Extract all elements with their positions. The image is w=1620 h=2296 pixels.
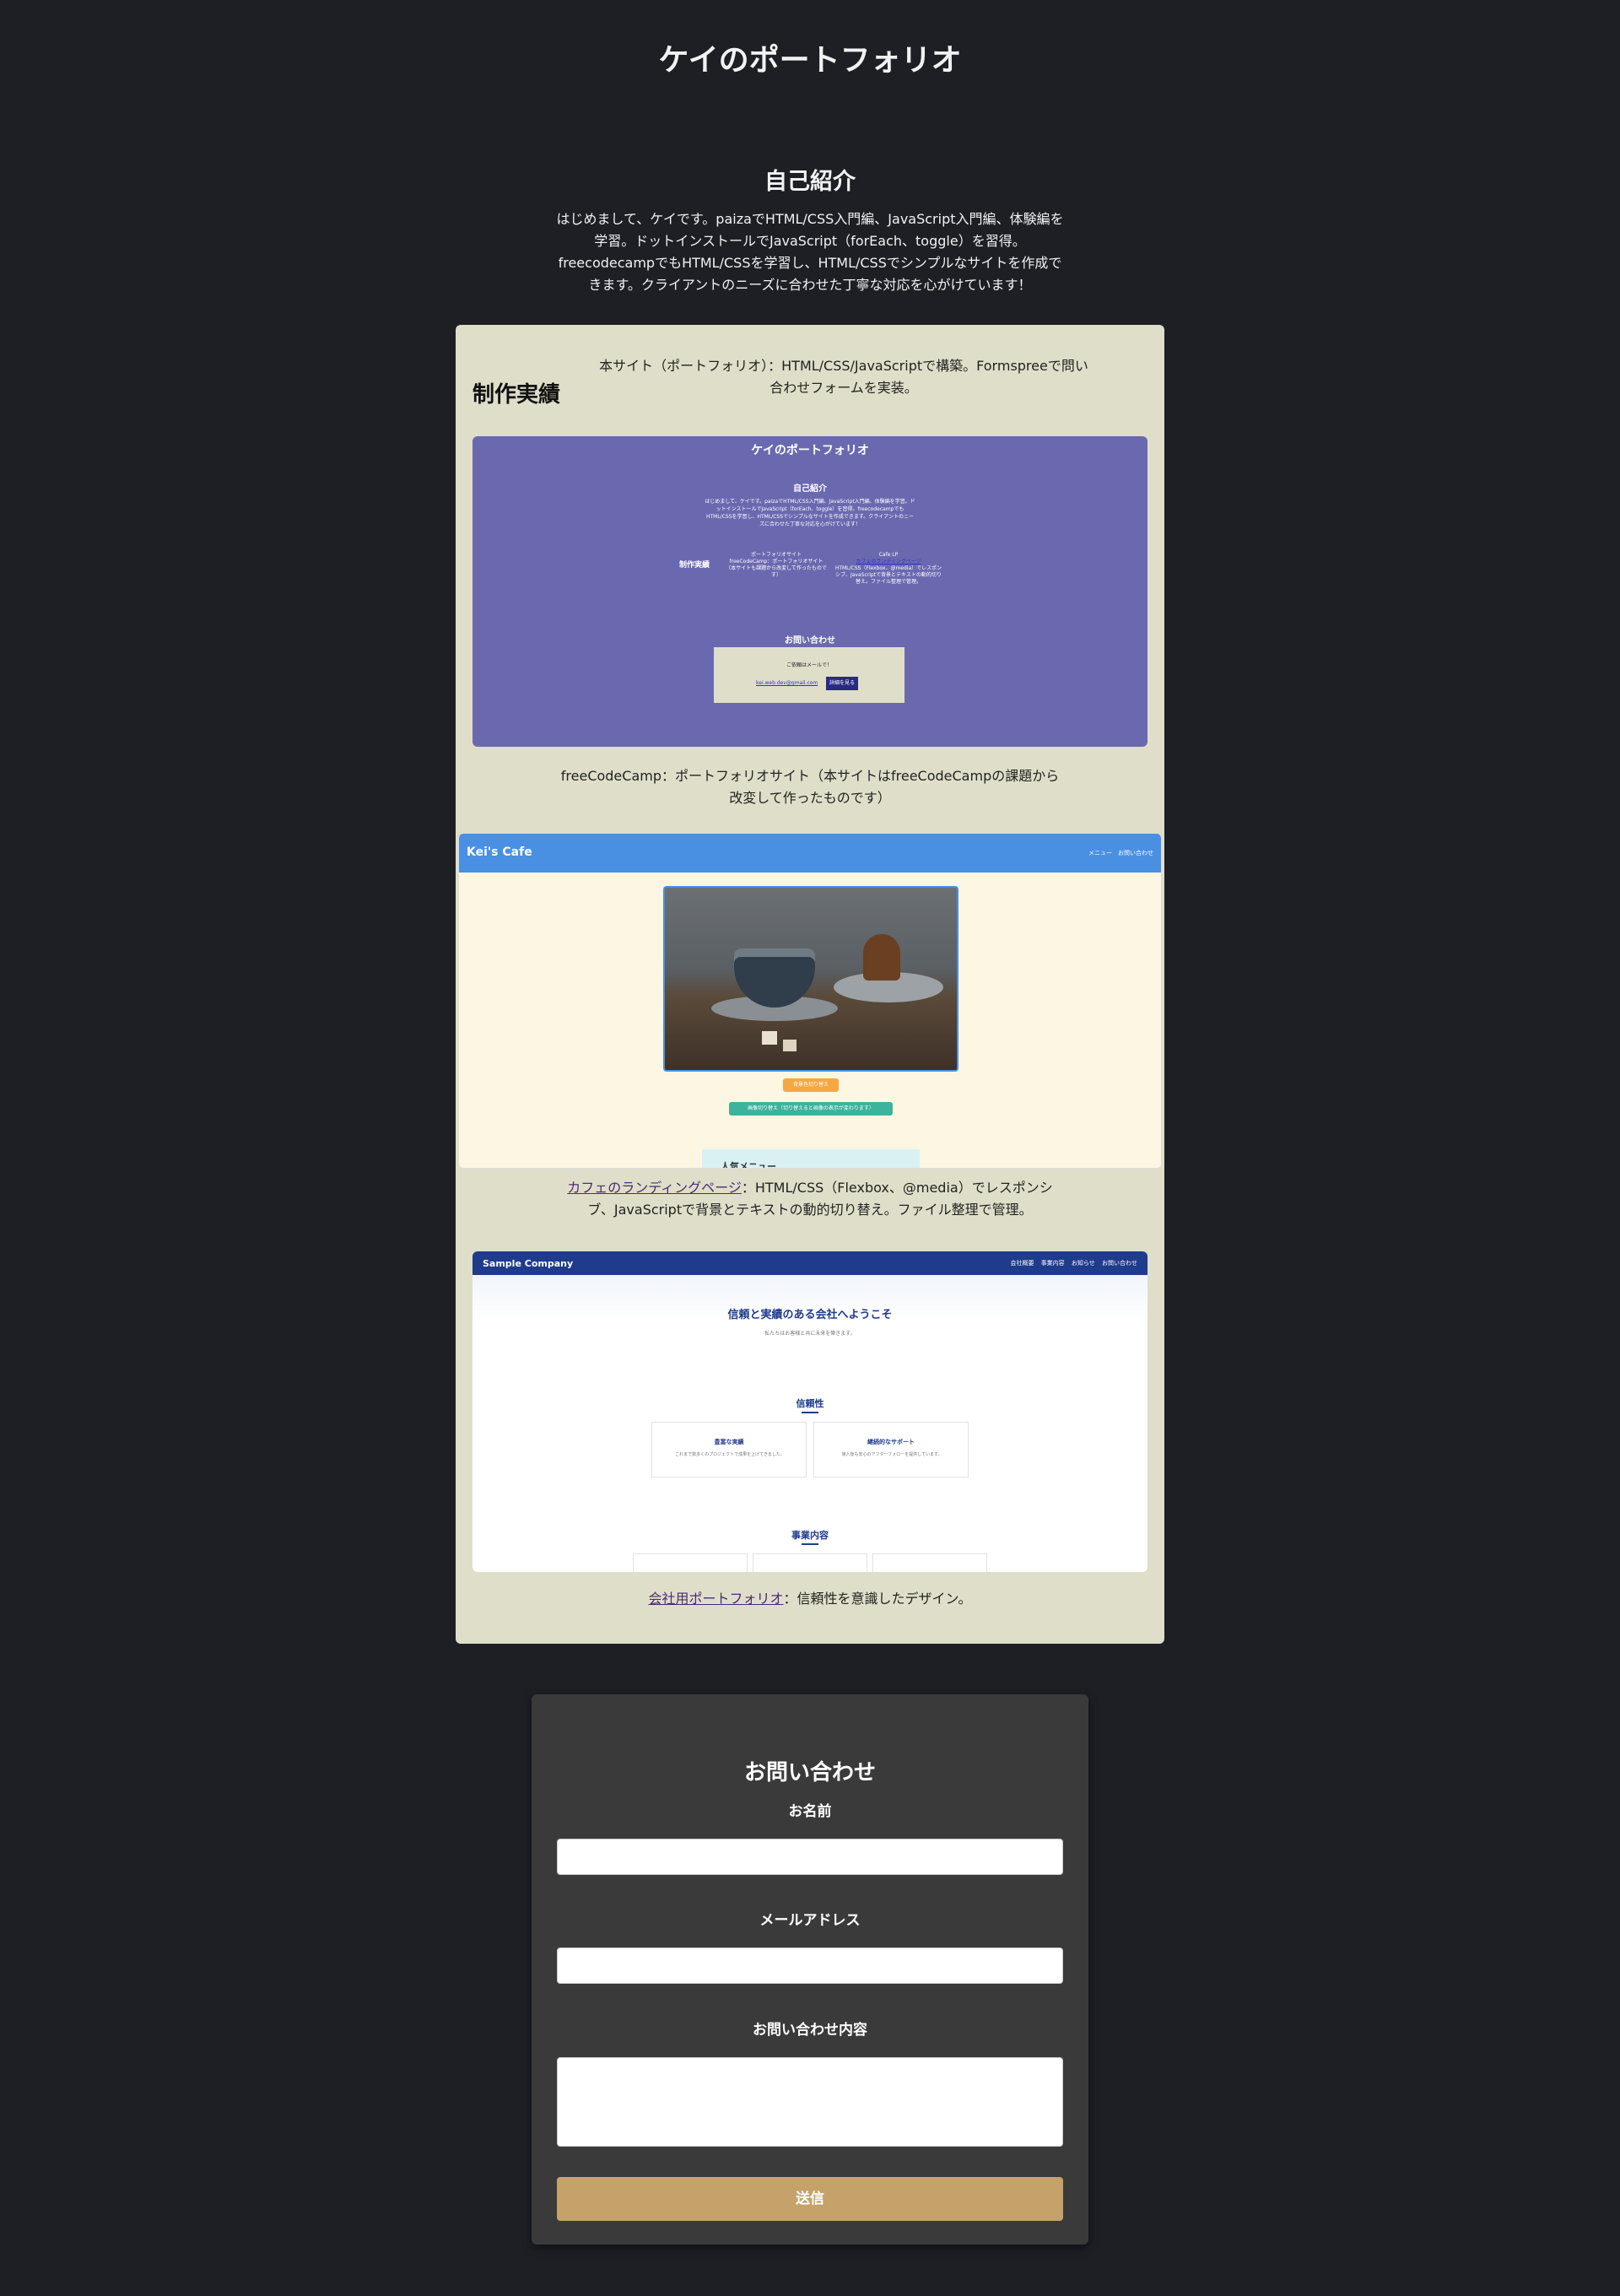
company-nav-links: 会社概要 事業内容 お知らせ お問い合わせ bbox=[1010, 1260, 1137, 1267]
preview-contact-email: kei.web.dev@gmail.com bbox=[756, 680, 818, 686]
coffee-photo bbox=[663, 886, 958, 1072]
preview-work-2: Cafe LP カフェのランディングページ HTML/CSS（Flexbox、@… bbox=[834, 552, 943, 586]
cafe-brand: Kei's Cafe bbox=[467, 845, 532, 859]
company-screenshot: Sample Company 会社概要 事業内容 お知らせ お問い合わせ 信頼と… bbox=[472, 1251, 1148, 1572]
company-caption-text: ：信頼性を意識したデザイン。 bbox=[783, 1591, 972, 1607]
sugar-cube-shape bbox=[783, 1040, 796, 1051]
section-underline bbox=[802, 1412, 818, 1413]
company-service-card bbox=[753, 1553, 867, 1572]
email-input[interactable] bbox=[557, 1948, 1063, 1984]
works-title: 制作実績 bbox=[472, 382, 561, 408]
preview-contact-button: 詳細を見る bbox=[826, 677, 858, 690]
name-input[interactable] bbox=[557, 1839, 1063, 1875]
work-caption-freecodecamp: freeCodeCamp：ポートフォリオサイト（本サイトはfreeCodeCam… bbox=[560, 768, 1060, 806]
company-navbar: Sample Company 会社概要 事業内容 お知らせ お問い合わせ bbox=[472, 1251, 1148, 1275]
email-label: メールアドレス bbox=[759, 1912, 861, 1929]
company-card: 継続的なサポート 導入後も安心のアフターフォローを提供しています。 bbox=[813, 1422, 969, 1478]
company-card: 豊富な実績 これまで数多くのプロジェクトで成果を上げてきました。 bbox=[651, 1422, 807, 1478]
preview-contact-title: お問い合わせ bbox=[785, 636, 835, 646]
cake-shape bbox=[863, 934, 900, 981]
preview-work-1-alt: ポートフォリオサイト bbox=[750, 552, 802, 558]
portfolio-screenshot: ケイのポートフォリオ 自己紹介 はじめまして、ケイです。paizaでHTML/C… bbox=[472, 436, 1148, 747]
preview-work-1: ポートフォリオサイト freeCodeCamp：ポートフォリオサイト（本サイトも… bbox=[726, 552, 827, 579]
cafe-lp-link[interactable]: カフェのランディングページ bbox=[567, 1180, 742, 1196]
preview-about-title: 自己紹介 bbox=[793, 484, 827, 494]
work-caption-cafe: カフェのランディングページ：HTML/CSS（Flexbox、@media）でレ… bbox=[557, 1177, 1063, 1221]
cafe-screenshot: Kei's Cafe メニュー お問い合わせ 背景色切り替え 画像切り替え（切り… bbox=[458, 833, 1162, 1169]
cafe-bg-toggle-button: 背景色切り替え bbox=[783, 1078, 839, 1092]
company-card-title: 豊富な実績 bbox=[714, 1439, 744, 1445]
work-caption-site: 本サイト（ポートフォリオ）：HTML/CSS/JavaScriptで構築。For… bbox=[599, 358, 1088, 396]
company-card-title: 継続的なサポート bbox=[867, 1439, 915, 1445]
company-business-title: 事業内容 bbox=[791, 1530, 829, 1541]
section-underline bbox=[802, 1543, 818, 1545]
company-card-text: 導入後も安心のアフターフォローを提供しています。 bbox=[841, 1452, 942, 1457]
preview-work-2-link: カフェのランディングページ bbox=[856, 559, 921, 565]
company-hero-title: 信頼と実績のある会社へようこそ bbox=[727, 1309, 893, 1321]
submit-button[interactable]: 送信 bbox=[557, 2177, 1063, 2221]
preview-title: ケイのポートフォリオ bbox=[751, 444, 869, 457]
contact-title: お問い合わせ bbox=[743, 1760, 876, 1785]
about-title: 自己紹介 bbox=[764, 169, 856, 195]
cafe-navbar: Kei's Cafe メニュー お問い合わせ bbox=[459, 834, 1161, 872]
company-portfolio-link[interactable]: 会社用ポートフォリオ bbox=[648, 1591, 783, 1607]
cafe-nav-links: メニュー お問い合わせ bbox=[1088, 850, 1153, 856]
company-reliability-title: 信頼性 bbox=[796, 1398, 824, 1409]
company-service-card bbox=[633, 1553, 748, 1572]
cafe-image-toggle-button: 画像切り替え（切り替えると画像の表示が変わります） bbox=[729, 1102, 893, 1116]
work-caption-company: 会社用ポートフォリオ：信頼性を意識したデザイン。 bbox=[557, 1588, 1063, 1610]
preview-work-1-text: freeCodeCamp：ポートフォリオサイト（本サイトも課題から改変して作った… bbox=[726, 559, 827, 578]
site-title: ケイのポートフォリオ bbox=[658, 43, 962, 78]
sugar-cube-shape bbox=[762, 1031, 777, 1045]
message-label: お問い合わせ内容 bbox=[753, 2022, 867, 2039]
company-card-text: これまで数多くのプロジェクトで成果を上げてきました。 bbox=[675, 1452, 785, 1457]
preview-contact-box: ご依頼はメールで！ kei.web.dev@gmail.com 詳細を見る bbox=[714, 647, 904, 703]
preview-work-2-alt: Cafe LP bbox=[878, 552, 899, 558]
company-service-card bbox=[872, 1553, 987, 1572]
about-text: はじめまして、ケイです。paizaでHTML/CSS入門編、JavaScript… bbox=[556, 211, 1064, 293]
company-hero-subtitle: 私たちはお客様と共に未来を築きます。 bbox=[764, 1331, 856, 1337]
cafe-menu-box: 人気メニュー bbox=[702, 1149, 920, 1169]
works-section: 制作実績 本サイト（ポートフォリオ）：HTML/CSS/JavaScriptで構… bbox=[456, 325, 1164, 1644]
cafe-menu-title: 人気メニュー bbox=[721, 1161, 776, 1169]
preview-about-text: はじめまして、ケイです。paizaでHTML/CSS入門編、JavaScript… bbox=[705, 499, 915, 527]
preview-works-title: 制作実績 bbox=[679, 561, 710, 570]
preview-contact-text: ご依頼はメールで！ bbox=[786, 662, 832, 668]
company-brand: Sample Company bbox=[483, 1258, 574, 1269]
preview-work-2-text: HTML/CSS（Flexbox、@media）でレスポンシブ、JavaScri… bbox=[834, 565, 942, 585]
message-textarea[interactable] bbox=[557, 2057, 1063, 2147]
contact-form: お問い合わせ お名前 メールアドレス お問い合わせ内容 送信 bbox=[532, 1694, 1088, 2245]
name-label: お名前 bbox=[788, 1803, 832, 1820]
